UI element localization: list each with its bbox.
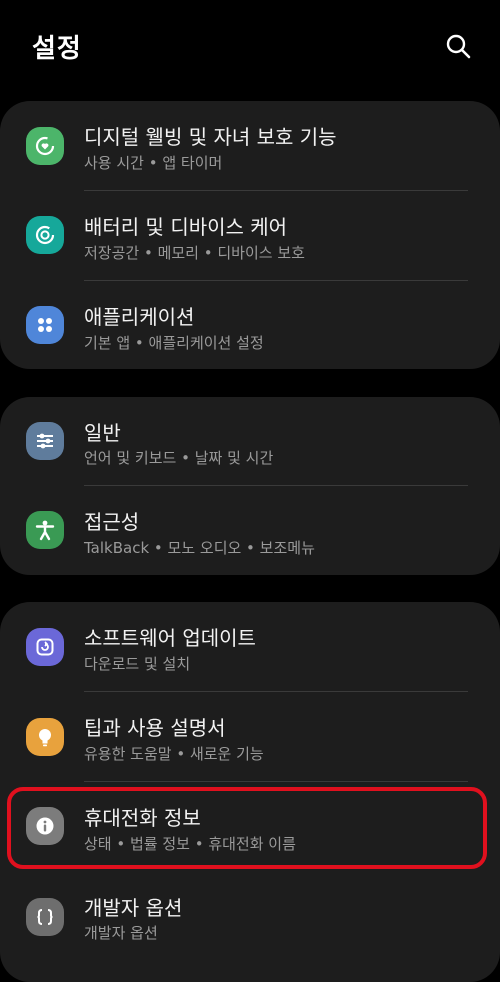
- settings-item-general[interactable]: 일반 언어 및 키보드 • 날짜 및 시간: [0, 397, 500, 485]
- item-subtitle: 사용 시간 • 앱 타이머: [84, 154, 223, 172]
- item-title: 일반: [84, 421, 121, 445]
- tips-bulb-icon: [26, 718, 64, 756]
- item-title: 접근성: [84, 510, 140, 534]
- item-subtitle: TalkBack • 모노 오디오 • 보조메뉴: [84, 539, 315, 557]
- item-subtitle: 저장공간 • 메모리 • 디바이스 보호: [84, 244, 305, 262]
- item-subtitle: 다운로드 및 설치: [84, 655, 191, 673]
- info-icon: [26, 807, 64, 845]
- page-title: 설정: [32, 34, 82, 64]
- item-title: 애플리케이션: [84, 305, 195, 329]
- item-title: 소프트웨어 업데이트: [84, 626, 256, 650]
- settings-item-digital-wellbeing[interactable]: 디지털 웰빙 및 자녀 보호 기능 사용 시간 • 앱 타이머: [0, 101, 500, 189]
- general-sliders-icon: [26, 422, 64, 460]
- accessibility-icon: [26, 511, 64, 549]
- item-subtitle: 언어 및 키보드 • 날짜 및 시간: [84, 449, 274, 467]
- item-subtitle: 개발자 옵션: [84, 924, 158, 942]
- search-icon: [446, 34, 471, 59]
- software-update-icon: [26, 628, 64, 666]
- developer-braces-icon: [26, 898, 64, 936]
- device-care-icon: [26, 216, 64, 254]
- settings-item-apps[interactable]: 애플리케이션 기본 앱 • 애플리케이션 설정: [0, 281, 500, 369]
- settings-item-phone-info[interactable]: 휴대전화 정보 상태 • 법률 정보 • 휴대전화 이름: [0, 782, 500, 870]
- item-subtitle: 상태 • 법률 정보 • 휴대전화 이름: [84, 835, 296, 853]
- item-title: 개발자 옵션: [84, 896, 183, 920]
- item-title: 휴대전화 정보: [84, 806, 201, 830]
- item-subtitle: 유용한 도움말 • 새로운 기능: [84, 745, 264, 763]
- item-title: 디지털 웰빙 및 자녀 보호 기능: [84, 125, 337, 149]
- settings-item-software-update[interactable]: 소프트웨어 업데이트 다운로드 및 설치: [0, 602, 500, 690]
- item-title: 팁과 사용 설명서: [84, 716, 226, 740]
- item-title: 배터리 및 디바이스 케어: [84, 215, 288, 239]
- digital-wellbeing-icon: [26, 127, 64, 165]
- apps-icon: [26, 306, 64, 344]
- app-header: 설정: [0, 0, 500, 90]
- settings-item-accessibility[interactable]: 접근성 TalkBack • 모노 오디오 • 보조메뉴: [0, 486, 500, 574]
- settings-item-device-care[interactable]: 배터리 및 디바이스 케어 저장공간 • 메모리 • 디바이스 보호: [0, 191, 500, 279]
- settings-item-developer-options[interactable]: 개발자 옵션 개발자 옵션: [0, 872, 500, 960]
- item-subtitle: 기본 앱 • 애플리케이션 설정: [84, 334, 264, 352]
- search-button[interactable]: [440, 28, 476, 64]
- settings-item-tips[interactable]: 팁과 사용 설명서 유용한 도움말 • 새로운 기능: [0, 692, 500, 780]
